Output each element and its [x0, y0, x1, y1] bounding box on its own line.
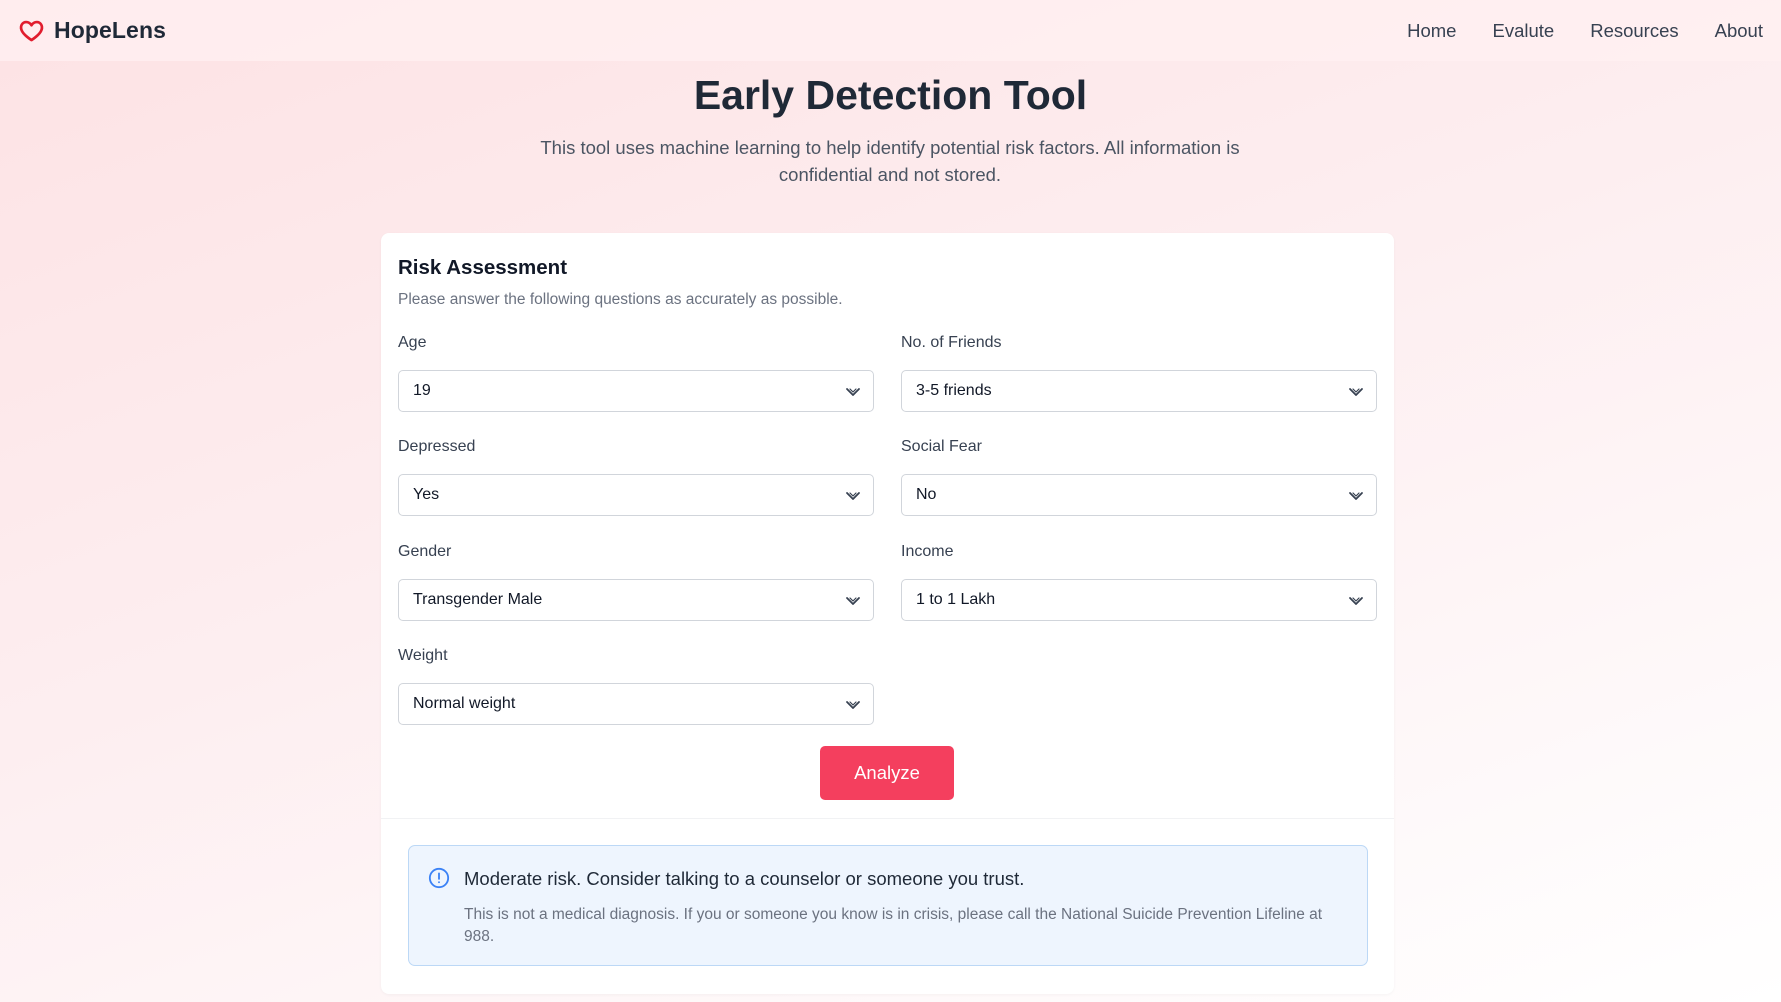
- result-alert: Moderate risk. Consider talking to a cou…: [408, 845, 1368, 966]
- top-navbar: HopeLens Home Evalute Resources About: [0, 0, 1781, 61]
- heart-icon: [18, 17, 45, 44]
- chevron-down-icon: [1346, 590, 1366, 610]
- weight-field: Weight Normal weight: [398, 647, 874, 725]
- gender-select[interactable]: Transgender Male: [398, 579, 874, 621]
- weight-select[interactable]: Normal weight: [398, 683, 874, 725]
- depressed-field: Depressed Yes: [398, 438, 874, 516]
- page-title: Early Detection Tool: [693, 72, 1088, 118]
- gender-field: Gender Transgender Male: [398, 543, 874, 621]
- brand-name: HopeLens: [54, 17, 166, 43]
- social-fear-select-value: No: [916, 486, 937, 503]
- weight-select-value: Normal weight: [413, 695, 516, 712]
- nav-link-home[interactable]: Home: [1407, 20, 1456, 42]
- card-divider: [381, 818, 1394, 819]
- friends-label: No. of Friends: [901, 334, 1002, 351]
- depressed-label: Depressed: [398, 438, 476, 455]
- weight-label: Weight: [398, 647, 448, 664]
- age-select-value: 19: [413, 382, 431, 399]
- chevron-down-icon: [1346, 485, 1366, 505]
- social-fear-select[interactable]: No: [901, 474, 1377, 516]
- brand-logo-link[interactable]: HopeLens: [18, 17, 166, 44]
- income-select-value: 1 to 1 Lakh: [916, 591, 996, 608]
- chevron-down-icon: [843, 694, 863, 714]
- age-field: Age 19: [398, 334, 874, 412]
- depressed-select-value: Yes: [413, 486, 440, 503]
- income-field: Income 1 to 1 Lakh: [901, 543, 1377, 621]
- risk-assessment-card: Risk Assessment Please answer the follow…: [381, 233, 1394, 994]
- page-subtitle: This tool uses machine learning to help …: [540, 137, 1240, 185]
- friends-select-value: 3-5 friends: [916, 382, 992, 399]
- depressed-select[interactable]: Yes: [398, 474, 874, 516]
- nav-link-resources[interactable]: Resources: [1590, 20, 1678, 42]
- card-description: Please answer the following questions as…: [398, 291, 843, 308]
- nav-link-evaluate[interactable]: Evalute: [1492, 20, 1554, 42]
- chevron-down-icon: [843, 590, 863, 610]
- card-title: Risk Assessment: [398, 256, 568, 279]
- result-message: Moderate risk. Consider talking to a cou…: [464, 868, 1025, 889]
- gender-select-value: Transgender Male: [413, 591, 543, 608]
- social-fear-label: Social Fear: [901, 438, 982, 455]
- friends-field: No. of Friends 3-5 friends: [901, 334, 1377, 412]
- chevron-down-icon: [843, 485, 863, 505]
- nav-link-about[interactable]: About: [1715, 20, 1763, 42]
- income-select[interactable]: 1 to 1 Lakh: [901, 579, 1377, 621]
- age-label: Age: [398, 334, 427, 351]
- info-circle-icon: [428, 867, 450, 889]
- result-disclaimer: This is not a medical diagnosis. If you …: [464, 906, 1323, 945]
- age-select[interactable]: 19: [398, 370, 874, 412]
- income-label: Income: [901, 543, 954, 560]
- chevron-down-icon: [1346, 381, 1366, 401]
- gender-label: Gender: [398, 543, 452, 560]
- main-nav: Home Evalute Resources About: [1407, 20, 1763, 42]
- chevron-down-icon: [843, 381, 863, 401]
- friends-select[interactable]: 3-5 friends: [901, 370, 1377, 412]
- social-fear-field: Social Fear No: [901, 438, 1377, 516]
- analyze-button[interactable]: Analyze: [820, 746, 954, 800]
